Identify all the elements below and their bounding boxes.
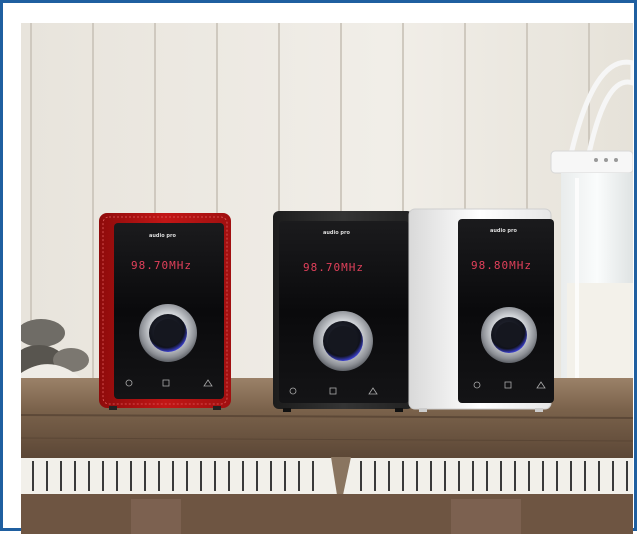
speaker-white: audio pro 98.80MHz <box>408 208 554 412</box>
wooden-crate <box>21 494 633 534</box>
speaker-black-display: 98.70MHz <box>303 261 364 274</box>
photo-scene: audio pro 98.70MHz audio pro 98.70MHz au… <box>21 23 633 534</box>
speaker-black-brand: audio pro <box>323 230 350 236</box>
speaker-red-brand: audio pro <box>149 233 176 239</box>
speaker-red-display: 98.70MHz <box>131 259 192 272</box>
image-frame: audio pro 98.70MHz audio pro 98.70MHz au… <box>0 0 637 534</box>
speaker-black: audio pro 98.70MHz <box>273 211 413 412</box>
speaker-red: audio pro 98.70MHz <box>99 213 231 410</box>
product-photo: audio pro 98.70MHz audio pro 98.70MHz au… <box>21 23 633 534</box>
speaker-white-brand: audio pro <box>490 228 517 234</box>
speaker-white-display: 98.80MHz <box>471 259 532 272</box>
striped-cushions <box>21 457 633 495</box>
